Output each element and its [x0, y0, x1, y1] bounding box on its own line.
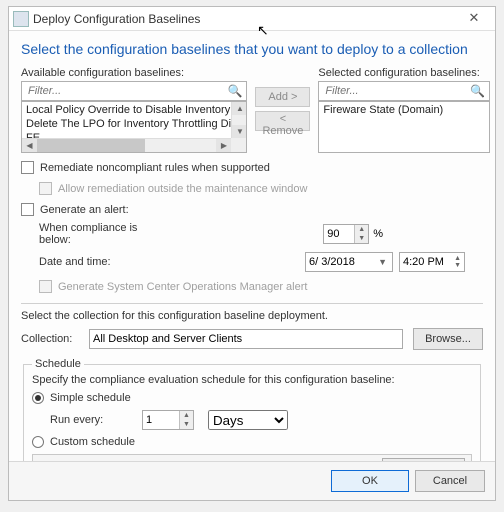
percent-suffix: %: [373, 228, 383, 240]
schedule-group: Schedule Specify the compliance evaluati…: [23, 358, 481, 461]
generate-alert-row[interactable]: Generate an alert:: [21, 203, 483, 216]
dialog-footer: OK Cancel: [9, 461, 495, 500]
browse-button[interactable]: Browse...: [413, 328, 483, 350]
spin-up-icon[interactable]: ▲: [355, 225, 368, 234]
scroll-down-icon[interactable]: ▼: [232, 125, 247, 138]
radio-icon[interactable]: [32, 436, 44, 448]
checkbox-icon[interactable]: [21, 161, 34, 174]
simple-schedule-row[interactable]: Simple schedule: [32, 392, 472, 404]
scroll-left-icon[interactable]: ◀: [22, 139, 37, 152]
search-icon: 🔍: [227, 84, 242, 98]
collection-label: Collection:: [21, 333, 81, 345]
date-value[interactable]: 6/ 3/2018: [309, 256, 376, 268]
custom-schedule-box: No custom schedule defined. Customize...: [32, 454, 472, 461]
scroll-right-icon[interactable]: ▶: [216, 139, 231, 152]
available-listbox[interactable]: Local Policy Override to Disable Invento…: [21, 101, 247, 153]
generate-alert-label: Generate an alert:: [40, 204, 129, 216]
add-button[interactable]: Add >: [255, 87, 310, 107]
cancel-button[interactable]: Cancel: [415, 470, 485, 492]
custom-schedule-row[interactable]: Custom schedule: [32, 436, 472, 448]
selected-listbox[interactable]: Fireware State (Domain): [318, 101, 490, 153]
app-icon: [13, 11, 29, 27]
run-every-label: Run every:: [32, 414, 142, 426]
spin-up-icon[interactable]: ▲: [454, 255, 461, 262]
selected-column: Selected configuration baselines: 🔍 Fire…: [318, 67, 490, 153]
list-item[interactable]: Delete The LPO for Inventory Throttling …: [24, 117, 244, 131]
close-icon[interactable]: ✕: [455, 8, 493, 30]
remediate-label: Remediate noncompliant rules when suppor…: [40, 162, 270, 174]
custom-schedule-label: Custom schedule: [50, 436, 135, 448]
schedule-legend: Schedule: [32, 358, 84, 370]
date-picker[interactable]: 6/ 3/2018 ▼: [305, 252, 393, 272]
list-item[interactable]: Fireware State (Domain): [321, 103, 487, 117]
scroll-thumb[interactable]: [37, 139, 145, 152]
compliance-value[interactable]: 90: [327, 228, 354, 240]
remediate-checkbox-row[interactable]: Remediate noncompliant rules when suppor…: [21, 161, 483, 174]
compliance-threshold-spinner[interactable]: 90 ▲▼: [323, 224, 369, 244]
dialog-window: Deploy Configuration Baselines ✕ Select …: [8, 6, 496, 501]
time-picker[interactable]: 4:20 PM ▲▼: [399, 252, 465, 272]
ok-button[interactable]: OK: [331, 470, 409, 492]
checkbox-icon[interactable]: [21, 203, 34, 216]
schedule-intro: Specify the compliance evaluation schedu…: [32, 374, 472, 386]
baseline-lists: Available configuration baselines: 🔍 Loc…: [21, 67, 483, 153]
available-column: Available configuration baselines: 🔍 Loc…: [21, 67, 247, 153]
allow-remediation-label: Allow remediation outside the maintenanc…: [58, 183, 307, 195]
scom-alert-label: Generate System Center Operations Manage…: [58, 281, 307, 293]
run-unit-select[interactable]: Days: [208, 410, 288, 430]
available-label: Available configuration baselines:: [21, 67, 247, 79]
spin-up-icon[interactable]: ▲: [180, 411, 193, 420]
horizontal-scrollbar[interactable]: ◀ ▶: [22, 138, 231, 152]
compliance-below-label: When compliance is below:: [21, 222, 171, 246]
spin-down-icon[interactable]: ▼: [355, 234, 368, 243]
collection-field: [89, 329, 403, 349]
scom-alert-row: Generate System Center Operations Manage…: [39, 280, 483, 293]
window-title: Deploy Configuration Baselines: [33, 12, 455, 26]
available-filter[interactable]: 🔍: [21, 81, 247, 101]
collection-intro: Select the collection for this configura…: [21, 310, 483, 322]
radio-icon[interactable]: [32, 392, 44, 404]
divider: [21, 303, 483, 304]
scroll-up-icon[interactable]: ▲: [232, 102, 247, 115]
selected-filter[interactable]: 🔍: [318, 81, 490, 101]
page-heading: Select the configuration baselines that …: [21, 41, 483, 57]
spin-down-icon[interactable]: ▼: [180, 420, 193, 429]
selected-label: Selected configuration baselines:: [318, 67, 490, 79]
dialog-content: Select the configuration baselines that …: [9, 31, 495, 461]
time-value[interactable]: 4:20 PM: [403, 256, 454, 268]
list-item[interactable]: Local Policy Override to Disable Invento…: [24, 103, 244, 117]
run-every-spinner[interactable]: 1 ▲▼: [142, 410, 194, 430]
spin-down-icon[interactable]: ▼: [454, 262, 461, 269]
chevron-down-icon[interactable]: ▼: [376, 257, 389, 267]
allow-remediation-row: Allow remediation outside the maintenanc…: [39, 182, 483, 195]
titlebar: Deploy Configuration Baselines ✕: [9, 7, 495, 31]
search-icon: 🔍: [470, 84, 485, 98]
run-every-value[interactable]: 1: [146, 414, 179, 426]
date-time-label: Date and time:: [21, 256, 171, 268]
checkbox-icon: [39, 182, 52, 195]
selected-filter-input[interactable]: [323, 84, 470, 98]
remove-button[interactable]: < Remove: [255, 111, 310, 131]
simple-schedule-label: Simple schedule: [50, 392, 131, 404]
transfer-buttons: Add > < Remove: [255, 67, 310, 153]
checkbox-icon: [39, 280, 52, 293]
available-filter-input[interactable]: [26, 84, 227, 98]
vertical-scrollbar[interactable]: ▲ ▼: [231, 102, 246, 138]
